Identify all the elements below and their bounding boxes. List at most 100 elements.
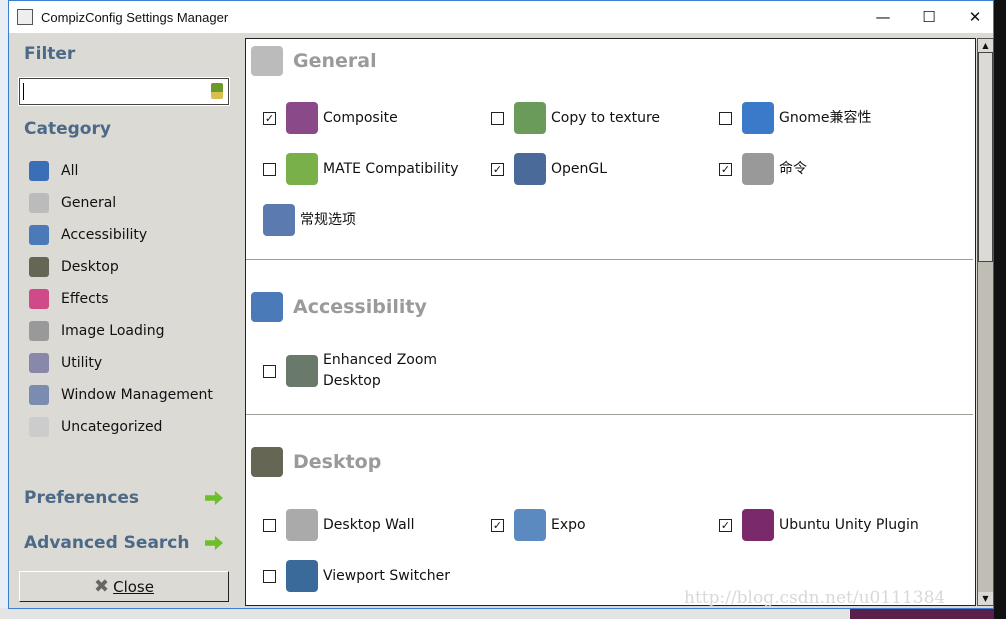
desktop-icon <box>29 257 49 277</box>
gear-icon <box>251 46 283 76</box>
filter-input[interactable] <box>19 78 229 105</box>
title-bar: CompizConfig Settings Manager — ☐ ✕ <box>9 1 993 33</box>
category-label: Window Management <box>61 387 213 403</box>
plugin-label: Viewport Switcher <box>323 567 451 584</box>
category-desktop[interactable]: Desktop <box>29 256 119 278</box>
plugin-label: Gnome兼容性 <box>779 109 872 126</box>
clear-filter-icon[interactable] <box>211 83 223 99</box>
plugin-item[interactable]: Viewport Switcher <box>263 556 450 596</box>
plugin-checkbox[interactable]: ✓ <box>719 518 732 532</box>
plugin-checkbox[interactable]: ✓ <box>491 518 504 532</box>
category-label: General <box>61 195 117 211</box>
desktop-icon <box>251 447 283 477</box>
plugin-icon <box>263 204 295 236</box>
minimize-button[interactable]: — <box>860 1 906 33</box>
close-button[interactable]: ✖ Close <box>19 571 229 602</box>
plugin-item[interactable]: ✓ Composite <box>263 98 398 138</box>
plugin-label: 命令 <box>779 160 807 177</box>
plugin-checkbox[interactable]: ✓ <box>263 111 276 125</box>
sidebar: Filter Category All General Accessibility D… <box>9 33 245 609</box>
plugin-label: Ubuntu Unity Plugin <box>779 516 919 533</box>
plugin-checkbox[interactable] <box>263 364 276 378</box>
plugin-checkbox[interactable] <box>263 162 276 176</box>
watermark: http://blog.csdn.net/u0111384 <box>684 588 946 608</box>
maximize-button[interactable]: ☐ <box>906 1 952 33</box>
accessibility-icon <box>29 225 49 245</box>
plugin-icon <box>286 102 318 134</box>
plugin-icon <box>742 102 774 134</box>
plugin-icon <box>286 560 318 592</box>
category-label: Image Loading <box>61 323 165 339</box>
plugin-icon <box>514 509 546 541</box>
category-label: Uncategorized <box>61 419 163 435</box>
category-label: Utility <box>61 355 103 371</box>
plugin-item[interactable]: MATE Compatibility <box>263 149 459 189</box>
category-accessibility[interactable]: Accessibility <box>29 224 147 246</box>
background-window <box>994 0 1006 619</box>
window-management-icon <box>29 385 49 405</box>
plugin-item[interactable]: Desktop Wall <box>263 505 415 545</box>
scroll-up-button[interactable]: ▲ <box>978 39 993 52</box>
taskbar-background <box>0 608 850 619</box>
plugin-checkbox[interactable] <box>491 111 504 125</box>
category-heading: Category <box>24 119 111 139</box>
plugin-item[interactable]: ✓ 命令 <box>719 149 807 189</box>
advanced-search-link[interactable]: Advanced Search <box>24 533 189 553</box>
category-label: Effects <box>61 291 109 307</box>
plugin-checkbox[interactable] <box>263 569 276 583</box>
category-utility[interactable]: Utility <box>29 352 102 374</box>
category-all[interactable]: All <box>29 160 78 182</box>
plugin-label: Composite <box>323 109 398 126</box>
plugin-label: OpenGL <box>551 160 608 177</box>
question-icon <box>29 417 49 437</box>
vertical-scrollbar[interactable]: ▲ ▼ <box>977 38 994 606</box>
plugin-icon <box>742 509 774 541</box>
category-effects[interactable]: Effects <box>29 288 109 310</box>
plugin-checkbox[interactable]: ✓ <box>719 162 732 176</box>
section-title: Desktop <box>293 451 382 473</box>
plugin-item[interactable]: ✓ Expo <box>491 505 586 545</box>
preferences-arrow-icon[interactable] <box>205 491 223 505</box>
plugin-icon <box>286 153 318 185</box>
plugin-label: 常规选项 <box>300 211 356 228</box>
plugin-item[interactable]: ✓ Ubuntu Unity Plugin <box>719 505 919 545</box>
close-window-button[interactable]: ✕ <box>952 1 998 33</box>
plugin-label: Copy to texture <box>551 109 661 126</box>
preferences-link[interactable]: Preferences <box>24 488 139 508</box>
close-x-icon: ✖ <box>94 576 110 597</box>
accessibility-icon <box>251 292 283 322</box>
category-label: All <box>61 163 79 179</box>
section-divider <box>246 414 973 415</box>
advanced-search-arrow-icon[interactable] <box>205 536 223 550</box>
scroll-thumb[interactable] <box>978 52 993 262</box>
plugin-item[interactable]: 常规选项 <box>263 200 356 240</box>
app-icon <box>17 9 33 25</box>
plugin-checkbox[interactable] <box>719 111 732 125</box>
category-image-loading[interactable]: Image Loading <box>29 320 165 342</box>
category-general[interactable]: General <box>29 192 116 214</box>
section-divider <box>246 259 973 260</box>
scroll-down-button[interactable]: ▼ <box>978 592 993 605</box>
plugin-checkbox[interactable]: ✓ <box>491 162 504 176</box>
plugin-list: General ✓ Composite Copy to texture Gnome兼容性… <box>245 38 976 606</box>
category-window-management[interactable]: Window Management <box>29 384 213 406</box>
plugin-icon <box>514 102 546 134</box>
section-header-general: General <box>251 46 377 76</box>
utility-icon <box>29 353 49 373</box>
globe-icon <box>29 161 49 181</box>
filter-heading: Filter <box>24 44 76 64</box>
plugin-icon <box>286 509 318 541</box>
plugin-label: Expo <box>551 516 586 533</box>
image-loading-icon <box>29 321 49 341</box>
gear-icon <box>29 193 49 213</box>
plugin-item[interactable]: ✓ OpenGL <box>491 149 607 189</box>
plugin-checkbox[interactable] <box>263 518 276 532</box>
plugin-label: Desktop Wall <box>323 516 415 533</box>
category-label: Desktop <box>61 259 119 275</box>
plugin-item[interactable]: Copy to texture <box>491 98 660 138</box>
category-uncategorized[interactable]: Uncategorized <box>29 416 162 438</box>
plugin-icon <box>514 153 546 185</box>
effects-icon <box>29 289 49 309</box>
plugin-item[interactable]: Enhanced Zoom Desktop <box>263 351 473 391</box>
plugin-item[interactable]: Gnome兼容性 <box>719 98 872 138</box>
